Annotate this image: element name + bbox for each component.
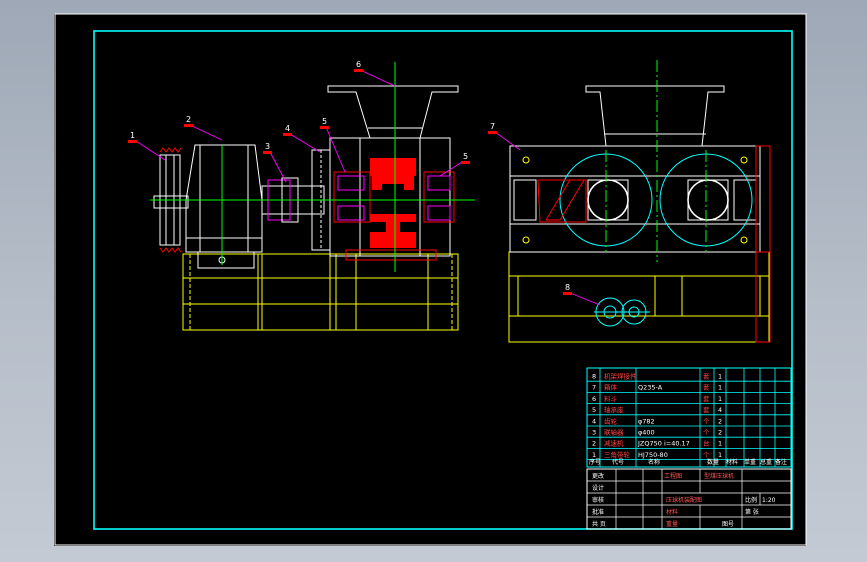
part-label-5b: 5 <box>463 152 468 161</box>
bom-cell-spec: φ400 <box>638 429 655 437</box>
tb-scale-label: 比例 <box>745 496 757 504</box>
cad-window: 1 2 3 4 5 5 6 7 8 8 机架焊接件套 1 7 箱体 Q235-A 套 1 6 料斗… <box>0 0 867 562</box>
part-label-5a: 5 <box>322 117 327 126</box>
bom-cell-qty: 4 <box>718 406 722 414</box>
drawing-canvas[interactable]: 1 2 3 4 5 5 6 7 8 8 机架焊接件套 17 箱体 Q235-A 套 16 料斗… <box>0 0 867 562</box>
bom-cell-no: 4 <box>592 417 596 425</box>
bom-cell-unit: 套 <box>703 394 710 403</box>
bom-header-material: 材料 <box>726 458 738 466</box>
bom-cell-name: 齿轮 <box>604 416 618 425</box>
bom-cell-name: 减速机 <box>604 439 624 448</box>
bom-cell-unit: 个 <box>703 451 710 459</box>
bom-cell-qty: 1 <box>718 451 722 459</box>
bom-cell-no: 1 <box>592 451 596 459</box>
tb-label-approve: 批准 <box>592 508 604 516</box>
bom-cell-spec: Q235-A <box>638 384 663 392</box>
bom-cell-no: 5 <box>592 406 596 414</box>
bom-cell-spec: φ782 <box>638 417 655 425</box>
tb-material: 材料 <box>666 508 678 516</box>
bom-cell-name: 轴承座 <box>604 405 624 414</box>
bom-header-code: 代号 <box>612 458 624 466</box>
tb-label-change: 更改 <box>592 472 604 480</box>
bom-header-unit-weight: 单重 <box>744 458 756 466</box>
tb-project: 型煤压球机 <box>704 472 734 480</box>
part-label-3: 3 <box>265 142 270 151</box>
bom-cell-qty: 1 <box>718 384 722 392</box>
part-label-1: 1 <box>130 131 135 140</box>
bom-row: 2 减速机 JZQ750 i=40.17 台 1 <box>592 439 722 448</box>
bom-cell-unit: 个 <box>703 429 710 437</box>
part-label-4: 4 <box>285 124 290 133</box>
part-label-2: 2 <box>186 115 191 124</box>
bom-cell-unit: 个 <box>703 417 710 425</box>
tb-weight: 重量 <box>666 520 678 528</box>
tb-sheet-label: 第 张 <box>745 508 759 516</box>
bom-cell-name: 料斗 <box>604 394 618 403</box>
tb-drawing-name: 压球机装配图 <box>666 496 702 504</box>
tb-top-label: 工程图 <box>664 472 682 480</box>
bom-header-name: 名称 <box>648 458 660 466</box>
bom-cell-unit: 台 <box>703 439 710 448</box>
bom-cell-no: 8 <box>592 373 596 381</box>
bom-row: 1 三角带轮 HJ750-80 个 1 <box>592 450 722 459</box>
bom-header-qty: 数量 <box>707 458 719 466</box>
bom-cell-qty: 1 <box>718 395 722 403</box>
part-label-6: 6 <box>356 60 361 69</box>
tb-label-pages: 共 页 <box>592 520 606 528</box>
tb-label-check: 审核 <box>592 496 604 504</box>
bom-header-total-weight: 总重 <box>760 458 772 466</box>
bom-cell-unit: 套 <box>703 372 710 381</box>
tb-drawing-no: 图号 <box>722 521 734 528</box>
bom-cell-qty: 1 <box>718 440 722 448</box>
tb-label-design: 设计 <box>592 484 604 492</box>
bom-cell-name: 箱体 <box>604 383 618 392</box>
bom-header-remarks: 备注 <box>775 458 787 466</box>
bom-cell-qty: 2 <box>718 429 722 437</box>
bom-cell-name: 联轴器 <box>604 428 624 437</box>
bom-header-no: 序号 <box>589 458 601 466</box>
bom-row: 7 箱体 Q235-A 套 1 <box>592 383 722 392</box>
bom-cell-no: 3 <box>592 429 596 437</box>
bom-cell-unit: 套 <box>703 383 710 392</box>
bom-cell-name: 三角带轮 <box>604 450 631 459</box>
bom-cell-name: 机架焊接件 <box>604 372 637 381</box>
part-label-8: 8 <box>565 283 570 292</box>
tb-scale-value: 1:20 <box>762 497 776 504</box>
bom-cell-qty: 1 <box>718 373 722 381</box>
model-space <box>54 14 806 546</box>
bom-cell-no: 2 <box>592 440 596 448</box>
bom-cell-qty: 2 <box>718 417 722 425</box>
bom-cell-spec: HJ750-80 <box>638 451 668 459</box>
bom-cell-unit: 套 <box>703 405 710 414</box>
part-label-7: 7 <box>490 122 495 131</box>
bom-cell-no: 6 <box>592 395 596 403</box>
bom-cell-spec: JZQ750 i=40.17 <box>637 440 690 448</box>
bom-cell-no: 7 <box>592 384 596 392</box>
